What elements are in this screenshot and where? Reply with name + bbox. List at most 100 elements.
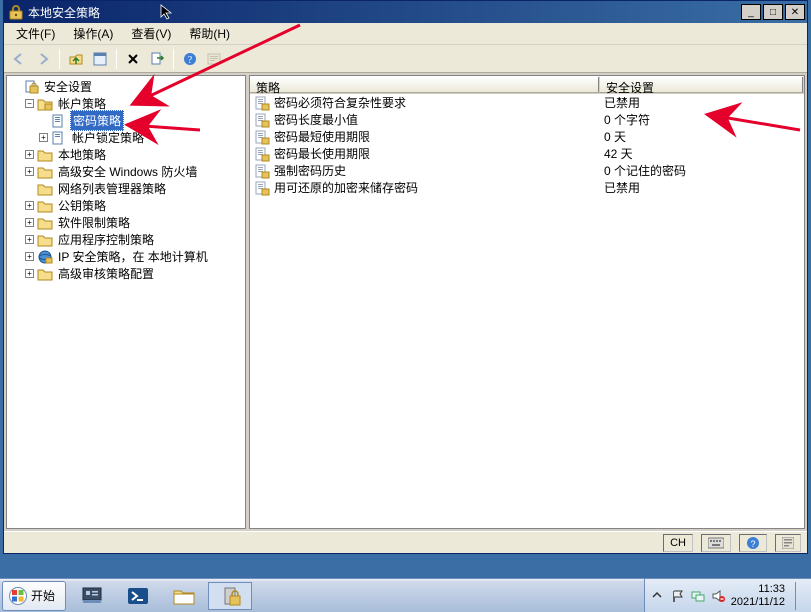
help-button[interactable]: ? xyxy=(179,48,201,70)
taskbar-quicklaunch xyxy=(68,582,252,610)
policy-row[interactable]: 强制密码历史0 个记住的密码 xyxy=(250,162,804,179)
start-button[interactable]: 开始 xyxy=(2,581,66,611)
policy-item-icon xyxy=(254,112,270,128)
task-explorer[interactable] xyxy=(162,582,206,610)
svg-text:?: ? xyxy=(750,539,755,549)
tree-item-network-list[interactable]: 网络列表管理器策略 xyxy=(23,180,243,197)
toolbar-separator xyxy=(59,49,60,69)
show-desktop-button[interactable] xyxy=(795,582,805,610)
list-header: 策略 安全设置 xyxy=(250,76,804,94)
policy-row[interactable]: 密码最短使用期限0 天 xyxy=(250,128,804,145)
tree-item-adv-firewall[interactable]: + 高级安全 Windows 防火墙 xyxy=(23,163,243,180)
taskbar-clock[interactable]: 11:33 2021/11/12 xyxy=(731,583,785,609)
config-button[interactable] xyxy=(203,48,225,70)
expander-icon xyxy=(25,184,34,193)
policy-cell: 强制密码历史 xyxy=(250,162,600,179)
expander-icon[interactable]: + xyxy=(25,150,34,159)
close-button[interactable]: ✕ xyxy=(785,4,805,20)
tree-item-local-policy[interactable]: + 本地策略 xyxy=(23,146,243,163)
tree-item-public-key[interactable]: + 公钥策略 xyxy=(23,197,243,214)
policy-item-icon xyxy=(254,180,270,196)
clock-time: 11:33 xyxy=(731,583,785,596)
policy-value: 42 天 xyxy=(600,145,804,162)
policy-row[interactable]: 密码长度最小值0 个字符 xyxy=(250,111,804,128)
tree-item-password-policy[interactable]: 密码策略 xyxy=(37,112,243,129)
folder-icon xyxy=(37,96,53,112)
svg-text:?: ? xyxy=(188,55,193,66)
expander-icon[interactable]: + xyxy=(25,235,34,244)
clock-date: 2021/11/12 xyxy=(731,596,785,609)
tree-item-software-restrict[interactable]: + 软件限制策略 xyxy=(23,214,243,231)
options-status-icon[interactable] xyxy=(775,534,801,552)
tree-label: 高级审核策略配置 xyxy=(56,264,156,283)
tree-item-account-lockout[interactable]: + 帐户锁定策略 xyxy=(37,129,243,146)
secpol-window: 本地安全策略 _ □ ✕ 文件(F) 操作(A) 查看(V) 帮助(H) xyxy=(3,0,808,554)
policy-name: 用可还原的加密来储存密码 xyxy=(274,179,418,196)
policy-item-icon xyxy=(254,95,270,111)
delete-button[interactable] xyxy=(122,48,144,70)
column-setting[interactable]: 安全设置 xyxy=(600,76,804,93)
titlebar[interactable]: 本地安全策略 _ □ ✕ xyxy=(4,1,807,23)
tray-show-hidden-icon[interactable] xyxy=(651,589,665,603)
maximize-button[interactable]: □ xyxy=(763,4,783,20)
policy-cell: 用可还原的加密来储存密码 xyxy=(250,179,600,196)
flag-icon[interactable] xyxy=(671,589,685,603)
system-tray: 11:33 2021/11/12 xyxy=(644,579,811,612)
policy-row[interactable]: 密码最长使用期限 42 天 xyxy=(250,145,804,162)
policy-item-icon xyxy=(254,146,270,162)
toolbar-separator xyxy=(173,49,174,69)
back-button[interactable] xyxy=(8,48,30,70)
expander-icon[interactable]: + xyxy=(25,218,34,227)
statusbar: CH ? xyxy=(4,531,807,553)
list-panel: 策略 安全设置 密码必须符合复杂性要求已禁用密码长度最小值0 个字符密码最短使用… xyxy=(249,75,805,529)
help-status-icon[interactable]: ? xyxy=(739,534,767,552)
tree-item-app-control[interactable]: + 应用程序控制策略 xyxy=(23,231,243,248)
policy-name: 强制密码历史 xyxy=(274,162,346,179)
menu-file[interactable]: 文件(F) xyxy=(8,23,63,44)
forward-button[interactable] xyxy=(32,48,54,70)
expander-icon[interactable]: + xyxy=(25,269,34,278)
policy-row[interactable]: 用可还原的加密来储存密码已禁用 xyxy=(250,179,804,196)
ime-indicator[interactable]: CH xyxy=(663,534,693,552)
tree-item-adv-audit[interactable]: + 高级审核策略配置 xyxy=(23,265,243,282)
volume-icon[interactable] xyxy=(711,589,725,603)
policy-cell: 密码最短使用期限 xyxy=(250,128,600,145)
properties-button[interactable] xyxy=(89,48,111,70)
export-button[interactable] xyxy=(146,48,168,70)
expander-icon[interactable]: + xyxy=(25,167,34,176)
menubar: 文件(F) 操作(A) 查看(V) 帮助(H) xyxy=(4,23,807,45)
policy-value: 0 个字符 xyxy=(600,111,804,128)
task-secpol[interactable] xyxy=(208,582,252,610)
keyboard-icon[interactable] xyxy=(701,534,731,552)
windows-logo-icon xyxy=(9,587,27,605)
task-powershell[interactable] xyxy=(116,582,160,610)
tree-root[interactable]: 安全设置 xyxy=(9,78,243,95)
column-policy[interactable]: 策略 xyxy=(250,76,600,93)
policy-item-icon xyxy=(254,129,270,145)
expander-icon xyxy=(11,82,20,91)
policy-name: 密码最短使用期限 xyxy=(274,128,370,145)
tree-item-account-policy[interactable]: − 帐户策略 xyxy=(23,95,243,112)
folder-icon xyxy=(37,181,53,197)
expander-icon[interactable]: + xyxy=(39,133,48,142)
folder-icon xyxy=(37,198,53,214)
policy-cell: 密码长度最小值 xyxy=(250,111,600,128)
policy-row[interactable]: 密码必须符合复杂性要求已禁用 xyxy=(250,94,804,111)
menu-help[interactable]: 帮助(H) xyxy=(181,23,238,44)
expander-icon[interactable]: + xyxy=(25,201,34,210)
policy-name: 密码最长使用期限 xyxy=(274,145,370,162)
firewall-icon xyxy=(37,164,53,180)
menu-view[interactable]: 查看(V) xyxy=(123,23,179,44)
folder-icon xyxy=(37,232,53,248)
policy-icon xyxy=(51,113,67,129)
network-icon[interactable] xyxy=(691,589,705,603)
menu-action[interactable]: 操作(A) xyxy=(65,23,121,44)
expander-icon[interactable]: + xyxy=(25,252,34,261)
minimize-button[interactable]: _ xyxy=(741,4,761,20)
expander-icon[interactable]: − xyxy=(25,99,34,108)
task-server-manager[interactable] xyxy=(70,582,114,610)
policy-icon xyxy=(51,130,67,146)
security-settings-icon xyxy=(23,79,39,95)
up-button[interactable] xyxy=(65,48,87,70)
tree-item-ip-security[interactable]: + IP 安全策略，在 本地计算机 xyxy=(23,248,243,265)
